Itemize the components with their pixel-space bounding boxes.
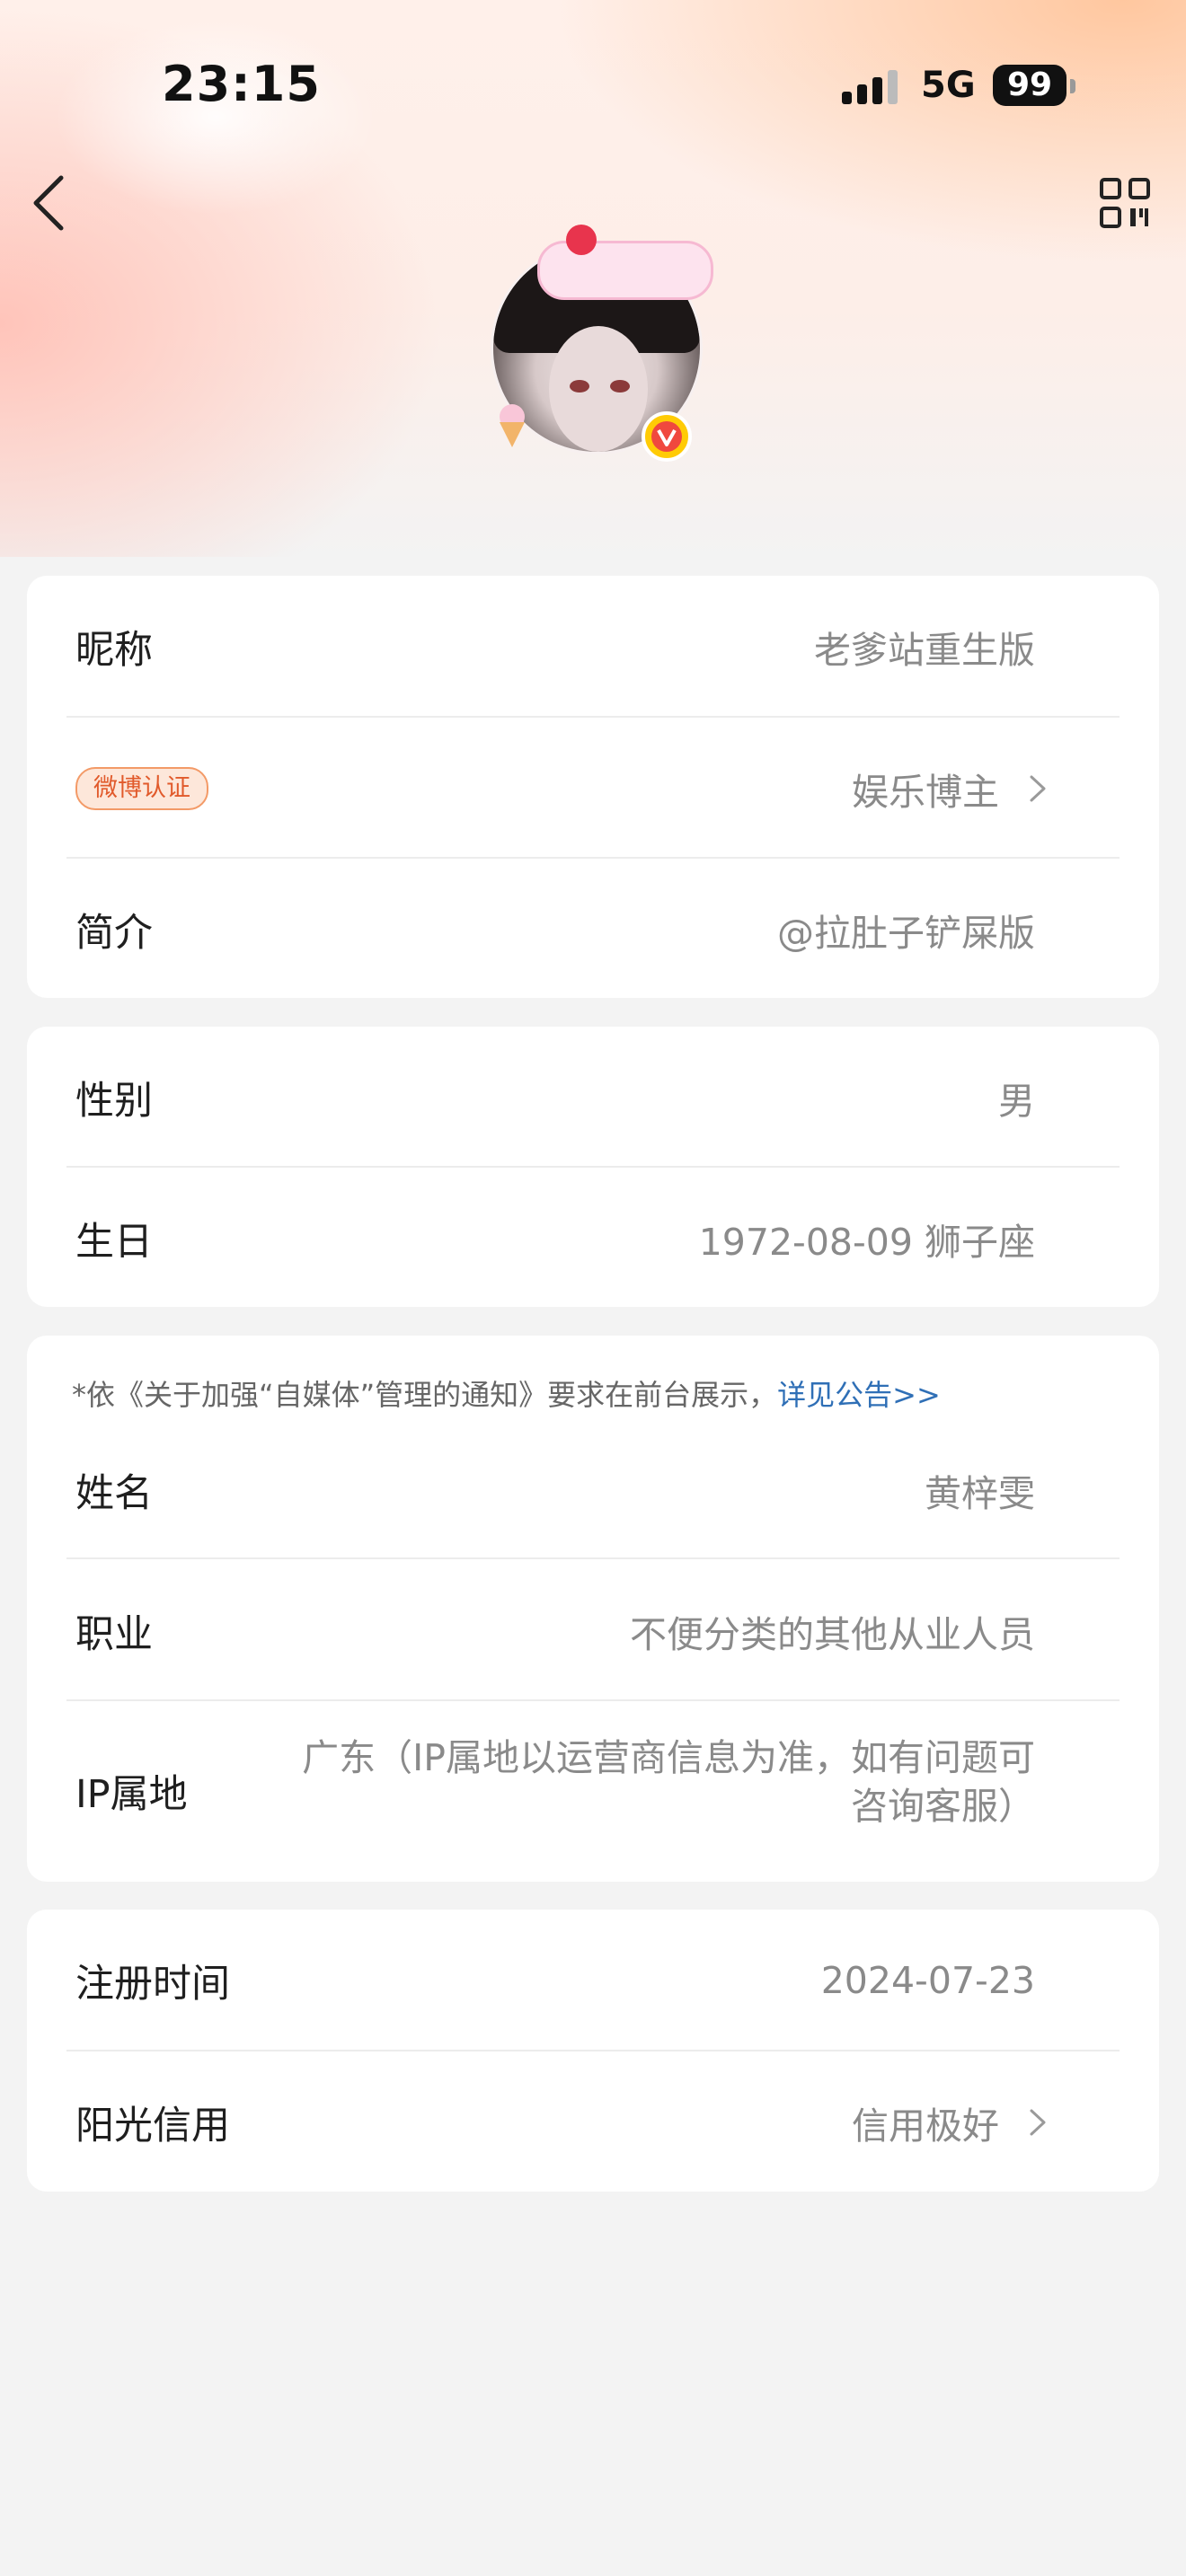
- weibo-certification-badge: 微博认证: [75, 766, 208, 810]
- certification-value: 娱乐博主: [852, 770, 999, 814]
- credit-label: 阳光信用: [75, 2103, 230, 2148]
- occupation-label: 职业: [75, 1611, 153, 1657]
- birthday-label: 生日: [75, 1219, 153, 1265]
- bio-row[interactable]: 简介 @拉肚子铲屎版: [49, 859, 1084, 1000]
- battery-icon: 99: [993, 65, 1067, 106]
- name-value: 黄梓雯: [925, 1471, 1035, 1515]
- ice-cream-icon: [500, 404, 525, 447]
- status-bar: 23:15 5G 99: [0, 0, 1186, 171]
- gender-value: 男: [998, 1079, 1035, 1123]
- gender-label: 性别: [75, 1078, 153, 1124]
- ip-location-value: 广东（IP属地以运营商信息为准，如有问题可 咨询客服）: [302, 1736, 1035, 1828]
- status-time: 23:15: [162, 56, 321, 112]
- nickname-label: 昵称: [75, 627, 153, 673]
- gender-row[interactable]: 性别 男: [49, 1027, 1084, 1168]
- certification-row[interactable]: 微博认证 娱乐博主: [49, 718, 1084, 859]
- qr-code-icon: [1100, 178, 1150, 228]
- back-button[interactable]: [25, 171, 79, 234]
- qr-code-button[interactable]: [1098, 176, 1152, 230]
- signal-icon: [842, 68, 898, 104]
- register-time-row[interactable]: 注册时间 2024-07-23: [49, 1910, 1084, 2051]
- birthday-row[interactable]: 生日 1972-08-09 狮子座: [49, 1168, 1084, 1309]
- bio-label: 简介: [75, 910, 153, 956]
- name-label: 姓名: [75, 1470, 153, 1516]
- chevron-left-icon: [33, 175, 64, 231]
- credit-row[interactable]: 阳光信用 信用极好: [49, 2051, 1084, 2192]
- register-time-value: 2024-07-23: [820, 1958, 1035, 2002]
- bio-value: @拉肚子铲屎版: [777, 911, 1035, 955]
- occupation-value: 不便分类的其他从业人员: [630, 1612, 1035, 1656]
- network-type: 5G: [921, 65, 976, 106]
- announcement-link[interactable]: 详见公告>>: [777, 1378, 941, 1412]
- occupation-row[interactable]: 职业 不便分类的其他从业人员: [49, 1560, 1084, 1701]
- credit-value: 信用极好: [852, 2104, 999, 2148]
- cherry-icon: [566, 225, 597, 255]
- nickname-value: 老爹站重生版: [814, 628, 1035, 672]
- battery-tip: [1070, 79, 1075, 93]
- chevron-right-icon: [1030, 775, 1046, 801]
- name-row[interactable]: 姓名 黄梓雯: [49, 1419, 1084, 1560]
- disclosure-notice: *依《关于加强“自媒体”管理的通知》要求在前台展示，详见公告>>: [72, 1378, 941, 1412]
- chevron-right-icon: [1030, 2109, 1046, 2135]
- divider: [66, 1557, 1120, 1559]
- nickname-row[interactable]: 昵称 老爹站重生版: [49, 576, 1084, 717]
- avatar-frame-decoration: [537, 241, 713, 300]
- verified-badge-icon: [642, 411, 692, 462]
- register-time-label: 注册时间: [75, 1961, 230, 2007]
- avatar[interactable]: [474, 225, 713, 467]
- ip-location-label: IP属地: [75, 1772, 188, 1817]
- birthday-value: 1972-08-09 狮子座: [698, 1220, 1035, 1264]
- ip-location-row[interactable]: IP属地 广东（IP属地以运营商信息为准，如有问题可 咨询客服）: [49, 1701, 1084, 1881]
